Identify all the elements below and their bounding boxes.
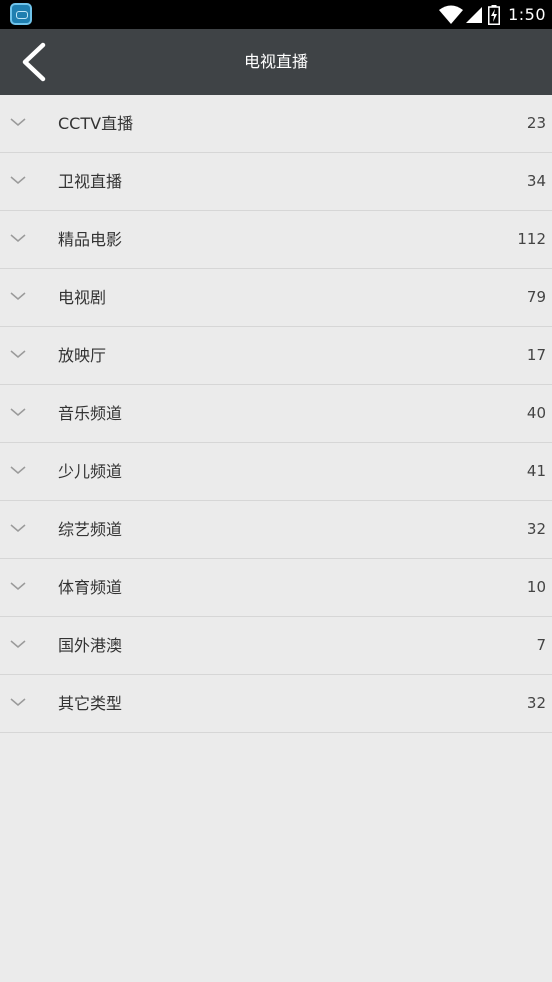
status-bar: 1:50: [0, 0, 552, 29]
list-item-count: 32: [526, 520, 546, 538]
list-item-label: 国外港澳: [58, 636, 123, 655]
list-item-label: 少儿频道: [58, 462, 123, 481]
chevron-down-icon[interactable]: [10, 117, 26, 127]
title-bar: 电视直播: [0, 29, 552, 95]
list-item-label: 其它类型: [58, 694, 123, 713]
chevron-down-icon[interactable]: [10, 581, 26, 591]
list-item-label: 卫视直播: [58, 172, 123, 191]
back-arrow-icon: [22, 42, 46, 82]
chevron-down-icon[interactable]: [10, 233, 26, 243]
list-item-count: 23: [526, 114, 546, 132]
chevron-down-icon[interactable]: [10, 639, 26, 649]
list-item-label: 电视剧: [58, 288, 107, 307]
wifi-icon: [439, 5, 464, 24]
signal-icon: [466, 6, 483, 23]
list-item[interactable]: 其它类型 32: [0, 675, 552, 733]
status-icons: 1:50: [438, 0, 546, 29]
list-item[interactable]: 综艺频道 32: [0, 501, 552, 559]
chevron-down-icon[interactable]: [10, 465, 26, 475]
page-title: 电视直播: [243, 52, 308, 71]
list-item[interactable]: 音乐频道 40: [0, 385, 552, 443]
list-item-label: 放映厅: [58, 346, 107, 365]
chevron-down-icon[interactable]: [10, 407, 26, 417]
chevron-down-icon[interactable]: [10, 349, 26, 359]
list-item[interactable]: 体育频道 10: [0, 559, 552, 617]
list-item-count: 32: [526, 694, 546, 712]
list-item-count: 17: [526, 346, 546, 364]
chevron-down-icon[interactable]: [10, 175, 26, 185]
list-item[interactable]: 少儿频道 41: [0, 443, 552, 501]
back-button[interactable]: [8, 37, 58, 87]
status-clock: 1:50: [508, 5, 546, 24]
list-item-count: 41: [526, 462, 546, 480]
list-item[interactable]: 电视剧 79: [0, 269, 552, 327]
list-item-label: 音乐频道: [58, 404, 123, 423]
chevron-down-icon[interactable]: [10, 697, 26, 707]
list-item-count: 112: [517, 230, 546, 248]
list-item-count: 7: [536, 636, 546, 654]
battery-icon: [488, 4, 501, 25]
list-item[interactable]: 精品电影 112: [0, 211, 552, 269]
list-item-count: 34: [526, 172, 546, 190]
list-item-count: 40: [526, 404, 546, 422]
chevron-down-icon[interactable]: [10, 291, 26, 301]
list-item-label: 精品电影: [58, 230, 123, 249]
chevron-down-icon[interactable]: [10, 523, 26, 533]
list-item[interactable]: 卫视直播 34: [0, 153, 552, 211]
list-item-label: CCTV直播: [58, 114, 134, 133]
app-notification-icon: [10, 3, 32, 25]
list-item[interactable]: 国外港澳 7: [0, 617, 552, 675]
list-item-count: 79: [526, 288, 546, 306]
list-item-label: 体育频道: [58, 578, 123, 597]
list-item-count: 10: [526, 578, 546, 596]
list-item-label: 综艺频道: [58, 520, 123, 539]
list-item[interactable]: CCTV直播 23: [0, 95, 552, 153]
category-list: CCTV直播 23 卫视直播 34 精品电影 112 电视剧 79 放映厅 17…: [0, 95, 552, 733]
list-item[interactable]: 放映厅 17: [0, 327, 552, 385]
